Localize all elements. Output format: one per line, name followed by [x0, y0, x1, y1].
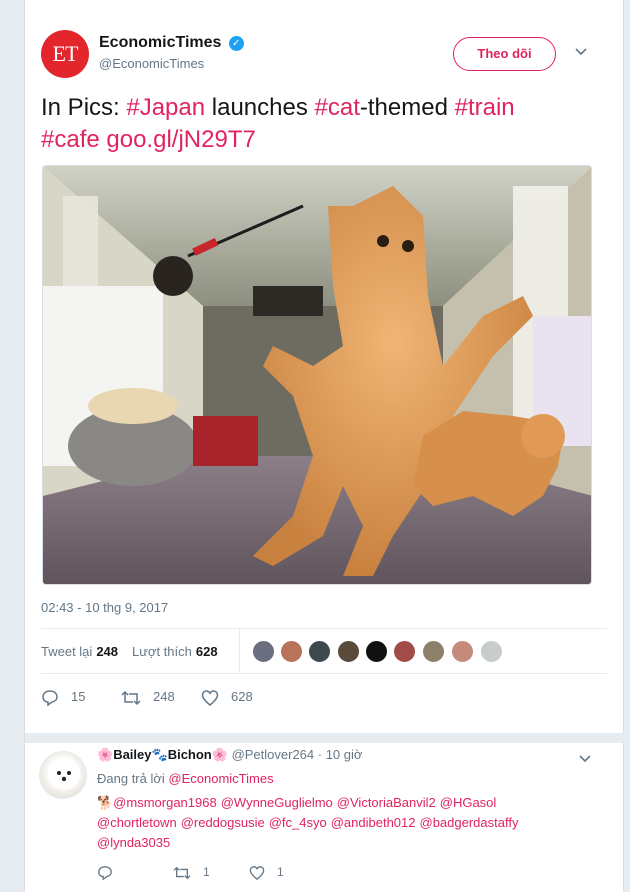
reply-text: 🐕@msmorgan1968 @WynneGuglielmo @VictoriaBa… — [97, 793, 557, 853]
mention-link[interactable]: @chortletown — [97, 815, 177, 830]
like-stat-label: Lượt thích — [132, 644, 192, 659]
mention-link[interactable]: @fc_4syo — [269, 815, 327, 830]
liker-avatar[interactable] — [308, 640, 331, 663]
liker-avatar[interactable] — [280, 640, 303, 663]
engagement-stats: Tweet lại 248 Lượt thích 628 — [41, 628, 607, 674]
retweet-stat-label: Tweet lại — [41, 644, 93, 659]
reply-reply-button[interactable] — [97, 863, 125, 881]
reply-author-name[interactable]: Bailey — [113, 747, 151, 762]
reply-time[interactable]: · 10 giờ — [318, 747, 363, 762]
author-info: EconomicTimes ✓ @EconomicTimes — [99, 34, 244, 71]
reply-tweet[interactable]: 🌸Bailey🐾Bichon🌸 @Petlover264 · 10 giờ Đa… — [25, 743, 625, 892]
heart-icon — [249, 865, 265, 880]
reply-author-name-2[interactable]: Bichon — [168, 747, 212, 762]
author-name[interactable]: EconomicTimes — [99, 34, 221, 52]
tweet-text: In Pics: #Japan launches #cat-themed #tr… — [41, 92, 601, 156]
retweet-icon — [173, 866, 191, 880]
retweet-button[interactable]: 248 — [121, 686, 175, 708]
retweet-icon — [121, 690, 141, 705]
mention-link[interactable]: @badgerdastaffy — [420, 815, 519, 830]
hashtag-cat[interactable]: #cat — [315, 94, 360, 121]
hashtag-cafe[interactable]: #cafe — [41, 126, 100, 153]
liker-avatar[interactable] — [252, 640, 275, 663]
verified-icon: ✓ — [228, 36, 244, 51]
reply-retweet-count: 1 — [203, 865, 210, 879]
like-stat-count: 628 — [195, 644, 218, 659]
author-handle[interactable]: @EconomicTimes — [99, 56, 244, 71]
reply-actions: 1 1 — [97, 863, 397, 883]
replying-to: Đang trả lời @EconomicTimes — [97, 771, 274, 786]
paw-icon: 🐾 — [151, 747, 168, 762]
mention-link[interactable]: @andibeth012 — [331, 815, 416, 830]
bichon-dog-image — [48, 758, 80, 790]
mention-link[interactable]: @VictoriaBanvil2 — [337, 795, 436, 810]
reply-icon — [98, 865, 112, 881]
liker-avatar[interactable] — [451, 640, 474, 663]
like-button[interactable]: 628 — [201, 686, 253, 708]
liker-avatar[interactable] — [337, 640, 360, 663]
reply-button[interactable]: 15 — [41, 686, 85, 708]
mention-link[interactable]: 🐕@msmorgan1968 — [97, 795, 217, 810]
replying-to-label: Đang trả lời — [97, 771, 165, 786]
retweet-stat-count: 248 — [96, 644, 119, 659]
retweet-count: 248 — [153, 689, 175, 704]
reply-header: 🌸Bailey🐾Bichon🌸 @Petlover264 · 10 giờ — [97, 747, 362, 763]
liker-avatar[interactable] — [422, 640, 445, 663]
section-divider — [25, 733, 625, 743]
mention-link[interactable]: @lynda3035 — [97, 835, 170, 850]
tweet-text-part: -themed — [359, 94, 455, 121]
tweet-link[interactable]: goo.gl/jN29T7 — [106, 126, 255, 153]
mention-link[interactable]: @reddogsusie — [181, 815, 265, 830]
liker-avatar[interactable] — [393, 640, 416, 663]
liker-avatar[interactable] — [365, 640, 388, 663]
reply-retweet-button[interactable]: 1 — [173, 863, 210, 881]
tweet-text-part: In Pics: — [41, 94, 127, 121]
reply-count: 15 — [71, 689, 86, 704]
tweet-timestamp[interactable]: 02:43 - 10 thg 9, 2017 — [41, 600, 168, 615]
author-avatar[interactable]: ET — [41, 30, 89, 78]
like-stat[interactable]: Lượt thích 628 — [132, 644, 218, 659]
reply-author-handle[interactable]: @Petlover264 — [232, 747, 315, 762]
tweet-actions: 15 248 628 — [41, 686, 601, 710]
retweet-stat[interactable]: Tweet lại 248 — [41, 644, 118, 659]
chevron-down-icon[interactable] — [574, 44, 588, 58]
stats-divider — [239, 629, 240, 673]
cat-train-photo — [43, 166, 591, 584]
flower-icon: 🌸 — [211, 747, 228, 762]
reply-like-count: 1 — [277, 865, 284, 879]
hashtag-train[interactable]: #train — [455, 94, 515, 121]
follow-button[interactable]: Theo dõi — [453, 37, 556, 71]
liker-avatar[interactable] — [480, 640, 503, 663]
tweet-header: ET EconomicTimes ✓ @EconomicTimes Theo d… — [41, 30, 611, 80]
tweet-text-part: launches — [205, 94, 315, 121]
mention-link[interactable]: @WynneGuglielmo — [221, 795, 333, 810]
reply-author-avatar[interactable] — [39, 751, 87, 799]
tweet-photo[interactable] — [42, 165, 592, 585]
hashtag-japan[interactable]: #Japan — [126, 94, 205, 121]
chevron-down-icon[interactable] — [578, 751, 592, 765]
flower-icon: 🌸 — [97, 747, 114, 762]
mention-link[interactable]: @HGasol — [440, 795, 497, 810]
replying-to-handle[interactable]: @EconomicTimes — [168, 771, 273, 786]
like-count: 628 — [231, 689, 253, 704]
tweet-card: ET EconomicTimes ✓ @EconomicTimes Theo d… — [24, 0, 625, 892]
reply-like-button[interactable]: 1 — [249, 863, 284, 881]
heart-icon — [201, 689, 219, 706]
reply-icon — [42, 689, 58, 707]
